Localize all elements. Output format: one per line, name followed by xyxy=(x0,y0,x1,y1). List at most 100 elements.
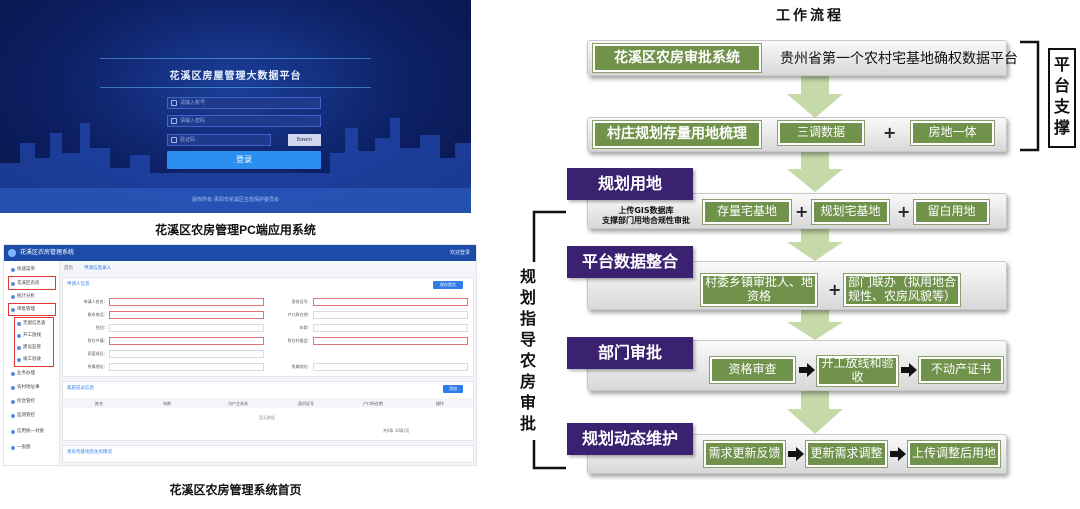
table-header: 姓名 xyxy=(95,401,103,406)
existing-homestead-box: 存量宅基地 xyxy=(703,200,791,224)
sidebar-item[interactable]: 业务办理 xyxy=(8,369,56,379)
survey-data-box: 三调数据 xyxy=(778,121,864,145)
sidebar-item-label: 快速菜单 xyxy=(17,267,35,272)
form-label: 身份证号: xyxy=(291,299,309,304)
household-input[interactable] xyxy=(313,311,468,319)
form-label: 所在村委会: xyxy=(287,338,309,343)
app-logo-icon xyxy=(8,249,16,257)
app-topbar: 花溪区农房管理系统 xyxy=(4,245,476,261)
app-title: 花溪区农房管理系统 xyxy=(20,249,75,256)
pc-home-screenshot: 花溪区农房管理系统 欢迎登录 快速菜单 花溪区农房 统计分析 审批管理 无偿信息… xyxy=(3,244,477,466)
sidebar-item[interactable]: 统计分析 xyxy=(8,292,56,302)
captcha-input[interactable]: 验证码 xyxy=(167,134,271,146)
form-label: 所在乡镇: xyxy=(87,338,105,343)
login-title: 花溪区房屋管理大数据平台 xyxy=(169,71,302,82)
gis-note-line2: 支撑部门用地合规性审批 xyxy=(602,216,690,225)
table-header: 操作 xyxy=(436,401,444,406)
empty-state: 暂无数据 xyxy=(259,415,275,420)
sidebar-item[interactable]: 快速菜单 xyxy=(8,265,56,275)
adjustment-box: 更新需求调整 xyxy=(806,441,887,467)
planning-review-label: 村庄规划存量用地梳理 xyxy=(593,121,761,148)
tag-dynamic-maintenance: 规划动态维护 xyxy=(567,423,693,455)
highlight-box xyxy=(8,303,56,316)
right-arrow xyxy=(890,447,906,461)
section-title: 家庭成员信息 xyxy=(67,386,94,391)
chart-icon xyxy=(11,295,15,299)
phone-input[interactable] xyxy=(109,311,264,319)
down-arrow xyxy=(787,310,843,340)
highlight-box xyxy=(8,276,56,290)
table-header: 身份证号 xyxy=(298,401,314,406)
sidebar-item-label: 农村地址事 xyxy=(17,385,40,390)
section-title: 申请人信息 xyxy=(67,282,90,287)
planning-guide-text: 规划指导农房审批 xyxy=(519,267,536,433)
age-input[interactable] xyxy=(313,324,468,332)
pagination[interactable]: 共0条 10条/页 xyxy=(383,428,409,434)
tag-data-integration: 平台数据整合 xyxy=(567,246,693,278)
form-label: 申请人姓名: xyxy=(83,299,105,304)
sidebar-item[interactable]: 一张图 xyxy=(8,443,56,453)
map-icon xyxy=(11,446,15,450)
sidebar-item[interactable]: 信用统一对接 xyxy=(8,427,56,437)
housing-panel: 现有宅基地及住房情况 xyxy=(62,445,474,463)
down-arrow xyxy=(787,76,843,118)
id-number-input[interactable] xyxy=(313,298,468,306)
login-button[interactable]: 登录 xyxy=(167,151,321,169)
tag-department-approval: 部门审批 xyxy=(567,337,693,369)
gis-note-line1: 上传GIS数据库 xyxy=(618,206,674,215)
town-select[interactable] xyxy=(109,337,264,345)
address-input[interactable] xyxy=(109,363,264,371)
login-screenshot: 花溪区房屋管理大数据平台 请输入账号 请输入密码 验证码 6owm 登录 版权所… xyxy=(0,0,471,213)
copyright-text: 版权所有:贵阳市花溪区生态保护委员会 xyxy=(192,197,279,203)
form-label: 所属地址: xyxy=(291,364,309,369)
right-arrow xyxy=(788,447,804,461)
family-input[interactable] xyxy=(109,350,264,358)
village-select[interactable] xyxy=(313,337,468,345)
breadcrumb-current[interactable]: 申请信息录入 xyxy=(84,265,111,271)
sidebar: 快速菜单 花溪区农房 统计分析 审批管理 无偿信息查 开工放线 建设监管 竣工验… xyxy=(4,261,60,465)
breadcrumb-home[interactable]: 首页 xyxy=(64,265,73,271)
down-arrow xyxy=(787,229,843,261)
caption-pc: 花溪区农房管理系统首页 xyxy=(169,483,302,497)
planned-homestead-box: 规划宅基地 xyxy=(812,200,889,224)
workflow-title: 工作流程 xyxy=(776,8,844,24)
monitor-icon xyxy=(11,414,15,418)
reserved-land-box: 留白用地 xyxy=(914,200,989,224)
form-label: 联系电话: xyxy=(87,312,105,317)
save-submit-button[interactable]: 保存提交 xyxy=(433,281,463,289)
captcha-image[interactable]: 6owm xyxy=(288,134,321,146)
password-input[interactable]: 请输入密码 xyxy=(167,115,321,127)
briefcase-icon xyxy=(11,372,15,376)
sidebar-item[interactable]: 监测管控 xyxy=(8,411,56,421)
family-table-panel: 家庭成员信息 添加 姓名 年龄 与户主关系 身份证号 户口所在地 操作 暂无数据… xyxy=(62,381,474,441)
control-icon xyxy=(11,400,15,404)
user-icon xyxy=(171,100,177,106)
section-title: 现有宅基地及住房情况 xyxy=(67,450,112,455)
map-pin-icon xyxy=(11,386,15,390)
sidebar-item-label: 业务办理 xyxy=(17,371,35,376)
applicant-name-input[interactable] xyxy=(109,298,264,306)
platform-bracket xyxy=(1020,40,1040,152)
main-content: 首页 申请信息录入 申请人信息 保存提交 申请人姓名: 身份证号: 联系电话: … xyxy=(62,263,476,465)
form-label: 户口所在地: xyxy=(287,312,309,317)
upload-land-box: 上传调整后用地 xyxy=(908,441,1000,467)
captcha-placeholder: 验证码 xyxy=(180,137,196,143)
right-arrow xyxy=(799,363,815,377)
gender-select[interactable] xyxy=(109,324,264,332)
sidebar-item[interactable]: 农村地址事 xyxy=(8,383,56,393)
table-header: 年龄 xyxy=(163,401,171,406)
address-input-2[interactable] xyxy=(313,363,468,371)
shield-icon xyxy=(171,137,177,143)
add-button[interactable]: 添加 xyxy=(443,385,463,393)
welcome-text: 欢迎登录 xyxy=(449,250,470,256)
feedback-box: 需求更新反馈 xyxy=(704,441,785,467)
table-header: 户口所在地 xyxy=(363,401,383,406)
qualification-review-box: 资格审查 xyxy=(710,357,795,383)
down-arrow xyxy=(787,152,843,192)
username-input[interactable]: 请输入账号 xyxy=(167,97,321,109)
sidebar-item[interactable]: 综合管控 xyxy=(8,397,56,407)
sidebar-item-label: 监测管控 xyxy=(17,413,35,418)
tag-planning-land: 规划用地 xyxy=(567,168,693,200)
department-joint-box: 部门联办（拟用地合规性、农房风貌等） xyxy=(844,274,960,306)
applicant-panel: 申请人信息 保存提交 申请人姓名: 身份证号: 联系电话: 户口所在地: 性别:… xyxy=(62,277,474,377)
